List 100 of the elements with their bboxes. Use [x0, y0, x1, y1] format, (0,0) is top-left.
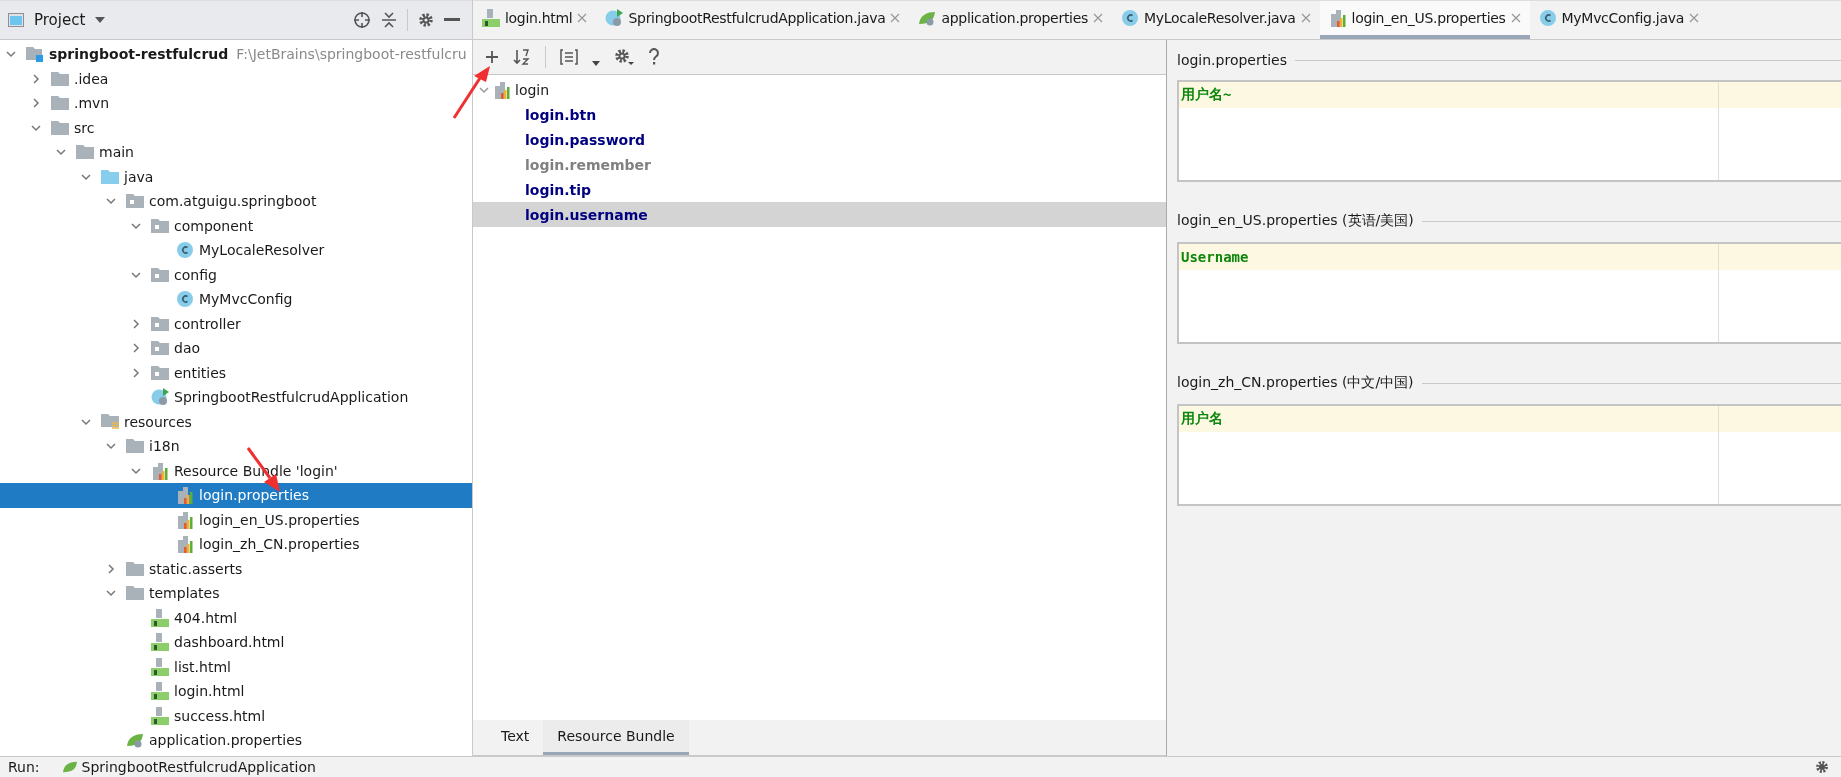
tree-item[interactable]: component: [0, 213, 472, 238]
minimize-icon[interactable]: [444, 18, 460, 22]
tree-item[interactable]: .idea: [0, 66, 472, 91]
chevron-icon[interactable]: [106, 196, 116, 207]
tree-item[interactable]: login_zh_CN.properties: [0, 532, 472, 557]
editor-tab[interactable]: SpringbootRestfulcrudApplication.java: [596, 1, 910, 39]
property-key[interactable]: login.username: [473, 202, 1166, 227]
tree-item[interactable]: login_en_US.properties: [0, 507, 472, 532]
tree-item-label: success.html: [174, 707, 266, 724]
property-key[interactable]: login.btn: [473, 102, 1166, 127]
property-key[interactable]: login.remember: [473, 152, 1166, 177]
chevron-icon[interactable]: [81, 416, 91, 427]
bundle-icon: [493, 80, 511, 99]
dropdown-caret-icon[interactable]: [592, 61, 600, 66]
bundle-icon: [176, 535, 194, 554]
close-icon[interactable]: [1093, 13, 1103, 23]
chevron-icon[interactable]: [131, 343, 141, 354]
tree-item-label: component: [174, 217, 254, 234]
close-icon[interactable]: [1510, 13, 1521, 23]
value-editor[interactable]: 用户名~: [1177, 80, 1841, 182]
tree-item[interactable]: static.asserts: [0, 556, 472, 581]
sort-icon[interactable]: [513, 48, 531, 66]
chevron-icon[interactable]: [131, 220, 141, 231]
help-icon[interactable]: [648, 48, 660, 66]
tree-item-label: main: [99, 144, 134, 161]
tree-item[interactable]: list.html: [0, 654, 472, 679]
tree-item[interactable]: SpringbootRestfulcrudApplication: [0, 385, 472, 410]
tree-item[interactable]: java: [0, 164, 472, 189]
value-editor[interactable]: Username: [1177, 242, 1841, 344]
folder-icon: [51, 120, 69, 135]
value-editor[interactable]: 用户名: [1177, 404, 1841, 506]
chevron-icon[interactable]: [106, 588, 116, 599]
close-icon[interactable]: [577, 13, 588, 23]
tree-item[interactable]: templates: [0, 581, 472, 606]
tree-item[interactable]: dashboard.html: [0, 630, 472, 655]
group-icon[interactable]: [560, 49, 578, 65]
close-icon[interactable]: [1300, 13, 1311, 23]
chevron-icon[interactable]: [106, 441, 116, 452]
tree-item[interactable]: dao: [0, 336, 472, 361]
property-key[interactable]: login.tip: [473, 177, 1166, 202]
chevron-icon[interactable]: [81, 171, 91, 182]
tree-item[interactable]: 404.html: [0, 605, 472, 630]
chevron-icon[interactable]: [31, 73, 41, 84]
chevron-icon[interactable]: [131, 465, 141, 476]
tree-item[interactable]: MyLocaleResolver: [0, 238, 472, 263]
tree-item[interactable]: login.html: [0, 679, 472, 704]
tree-item-label: login.properties: [199, 487, 309, 504]
folder-icon: [51, 71, 69, 86]
chevron-icon[interactable]: [479, 84, 489, 95]
section-title: login.properties: [1177, 52, 1287, 68]
editor-tab[interactable]: application.properties: [909, 1, 1112, 39]
tree-item[interactable]: main: [0, 140, 472, 165]
tree-item[interactable]: application.properties: [0, 728, 472, 753]
leaf-file-icon: [918, 10, 937, 26]
view-tab[interactable]: Text: [487, 720, 544, 755]
tree-item[interactable]: controller: [0, 311, 472, 336]
tree-item[interactable]: login.properties: [0, 483, 472, 508]
settings-icon[interactable]: [418, 12, 434, 28]
tree-item[interactable]: success.html: [0, 703, 472, 728]
close-icon[interactable]: [890, 13, 901, 23]
close-icon[interactable]: [1688, 13, 1699, 23]
tree-item[interactable]: .mvn: [0, 91, 472, 116]
locate-icon[interactable]: [353, 11, 371, 29]
chevron-icon[interactable]: [131, 367, 141, 378]
package-icon: [151, 365, 169, 380]
editor-tab[interactable]: MyMvcConfig.java: [1529, 1, 1708, 39]
editor-tab[interactable]: login_en_US.properties: [1319, 1, 1530, 39]
settings-icon[interactable]: [614, 48, 634, 66]
bundle-node[interactable]: login: [473, 77, 1166, 102]
tree-item[interactable]: resources: [0, 409, 472, 434]
property-value: Username: [1181, 249, 1249, 265]
tree-item[interactable]: i18n: [0, 434, 472, 459]
project-view-icon: [8, 13, 24, 27]
chevron-icon[interactable]: [31, 122, 41, 133]
class-icon: [1121, 9, 1139, 27]
tree-item[interactable]: com.atguigu.springboot: [0, 189, 472, 214]
tree-item[interactable]: src: [0, 115, 472, 140]
tree-item[interactable]: config: [0, 262, 472, 287]
editor-tab[interactable]: MyLocaleResolver.java: [1112, 1, 1320, 39]
chevron-icon[interactable]: [31, 98, 41, 109]
chevron-icon[interactable]: [106, 563, 116, 574]
add-icon[interactable]: [485, 50, 499, 64]
chevron-icon[interactable]: [131, 269, 141, 280]
run-tab[interactable]: SpringbootRestfulcrudApplication: [61, 759, 316, 775]
collapse-all-icon[interactable]: [381, 11, 397, 29]
tree-item[interactable]: MyMvcConfig: [0, 287, 472, 312]
panel-title[interactable]: Project: [34, 11, 86, 29]
folder-icon: [101, 169, 119, 184]
chevron-icon[interactable]: [56, 147, 66, 158]
tree-item[interactable]: entities: [0, 360, 472, 385]
dropdown-caret-icon[interactable]: [95, 17, 106, 23]
settings-icon[interactable]: [1815, 760, 1829, 774]
module-folder-icon: [26, 46, 44, 63]
view-tab[interactable]: Resource Bundle: [543, 720, 689, 755]
tree-item[interactable]: springboot-restfulcrud F:\JetBrains\springboot-restfulcru: [0, 42, 472, 67]
chevron-icon[interactable]: [6, 49, 16, 60]
editor-tab[interactable]: login.html: [473, 1, 597, 39]
chevron-icon[interactable]: [131, 318, 141, 329]
property-key[interactable]: login.password: [473, 127, 1166, 152]
tree-item-label: login.html: [174, 683, 245, 700]
